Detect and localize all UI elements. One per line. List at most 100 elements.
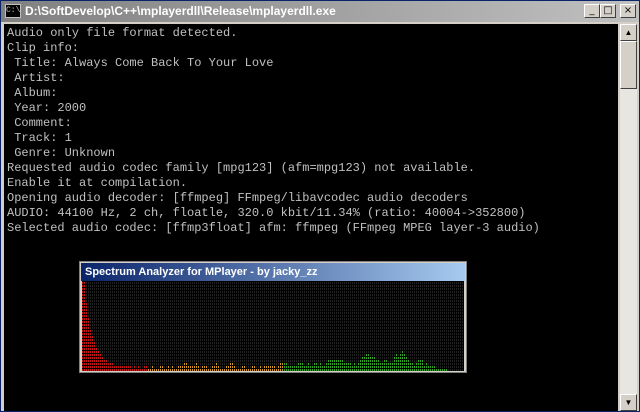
spectrum-bar: [178, 366, 179, 371]
spectrum-bar: [190, 366, 191, 371]
spectrum-bar: [288, 366, 289, 371]
spectrum-bar: [386, 360, 387, 371]
spectrum-bar: [260, 366, 261, 371]
spectrum-bar: [338, 360, 339, 371]
minimize-button[interactable]: _: [584, 4, 600, 18]
spectrum-bar: [298, 363, 299, 371]
spectrum-bar: [166, 369, 167, 371]
spectrum-bar: [254, 366, 255, 371]
spectrum-bar: [374, 357, 375, 371]
spectrum-title-bar[interactable]: Spectrum Analyzer for MPlayer - by jacky…: [81, 263, 465, 281]
spectrum-bar: [322, 366, 323, 371]
spectrum-bar: [98, 351, 99, 371]
spectrum-bar: [406, 357, 407, 371]
spectrum-bar: [426, 363, 427, 371]
spectrum-bar: [360, 360, 361, 371]
spectrum-bar: [296, 366, 297, 371]
spectrum-bar: [430, 366, 431, 371]
spectrum-bar: [122, 366, 123, 371]
scroll-down-button[interactable]: ▼: [620, 394, 637, 411]
console-line: Comment:: [7, 116, 72, 130]
spectrum-bar: [442, 369, 443, 371]
spectrum-bar: [168, 366, 169, 371]
spectrum-bar: [396, 354, 397, 371]
title-bar[interactable]: C:\ D:\SoftDevelop\C++\mplayerdll\Releas…: [1, 1, 639, 22]
spectrum-window-title: Spectrum Analyzer for MPlayer - by jacky…: [85, 266, 318, 278]
spectrum-bar: [158, 369, 159, 371]
spectrum-bar: [120, 366, 121, 371]
spectrum-bar: [370, 357, 371, 371]
spectrum-bar: [446, 369, 447, 371]
spectrum-bar: [118, 366, 119, 371]
spectrum-bar: [428, 366, 429, 371]
spectrum-bar: [220, 369, 221, 371]
spectrum-bar: [278, 366, 279, 371]
console-line: Clip info:: [7, 41, 80, 55]
spectrum-bar: [382, 363, 383, 371]
spectrum-bar: [372, 357, 373, 371]
spectrum-bar: [394, 357, 395, 371]
spectrum-bar: [104, 360, 105, 371]
spectrum-bar: [210, 369, 211, 371]
spectrum-bar: [440, 369, 441, 371]
spectrum-bar: [250, 369, 251, 371]
spectrum-bar: [358, 363, 359, 371]
console-line: Selected audio codec: [ffmp3float] afm: …: [7, 221, 540, 235]
spectrum-bar: [410, 363, 411, 371]
spectrum-bar: [90, 330, 91, 371]
spectrum-bar: [144, 366, 145, 371]
console-line: Enable it at compilation.: [7, 176, 188, 190]
spectrum-bar: [412, 363, 413, 371]
console-line: Artist:: [7, 71, 65, 85]
spectrum-bar: [276, 369, 277, 371]
spectrum-bar: [262, 369, 263, 371]
spectrum-bar: [154, 369, 155, 371]
spectrum-bar: [198, 366, 199, 371]
spectrum-bar: [202, 366, 203, 371]
console-line: Genre: Unknown: [7, 146, 116, 160]
spectrum-bar: [96, 348, 97, 371]
spectrum-bar: [264, 366, 265, 371]
spectrum-bar: [314, 363, 315, 371]
spectrum-bar: [182, 366, 183, 371]
spectrum-bar: [284, 363, 285, 371]
spectrum-bar: [86, 303, 87, 371]
spectrum-bar: [152, 366, 153, 371]
spectrum-bar: [204, 366, 205, 371]
spectrum-bar: [294, 366, 295, 371]
spectrum-bar: [438, 369, 439, 371]
spectrum-bar: [388, 363, 389, 371]
spectrum-grid: [82, 282, 463, 371]
spectrum-bar: [368, 354, 369, 371]
spectrum-bar: [304, 366, 305, 371]
spectrum-bar: [114, 366, 115, 371]
spectrum-bar: [174, 369, 175, 371]
scroll-thumb[interactable]: [620, 41, 637, 89]
close-button[interactable]: ×: [620, 4, 636, 18]
spectrum-bar: [300, 363, 301, 371]
spectrum-bar: [134, 366, 135, 371]
spectrum-bar: [236, 369, 237, 371]
spectrum-bar: [434, 366, 435, 371]
spectrum-bar: [244, 366, 245, 371]
console-line: Album:: [7, 86, 58, 100]
console-app-icon[interactable]: C:\: [5, 4, 21, 18]
spectrum-bar: [340, 360, 341, 371]
console-line: Audio only file format detected.: [7, 26, 238, 40]
spectrum-bar: [136, 369, 137, 371]
spectrum-bar: [392, 363, 393, 371]
spectrum-bar: [150, 369, 151, 371]
spectrum-bar: [172, 366, 173, 371]
maximize-button[interactable]: □: [600, 4, 616, 18]
spectrum-bar: [138, 366, 139, 371]
spectrum-bar: [362, 357, 363, 371]
spectrum-bar: [110, 363, 111, 371]
spectrum-analyzer-window: Spectrum Analyzer for MPlayer - by jacky…: [79, 261, 467, 373]
spectrum-bar: [84, 282, 85, 371]
spectrum-bar: [398, 357, 399, 371]
spectrum-bar: [112, 363, 113, 371]
vertical-scrollbar[interactable]: ▲ ▼: [620, 24, 637, 411]
scroll-up-button[interactable]: ▲: [620, 24, 637, 41]
console-line: Title: Always Come Back To Your Love: [7, 56, 274, 70]
spectrum-bar: [378, 360, 379, 371]
